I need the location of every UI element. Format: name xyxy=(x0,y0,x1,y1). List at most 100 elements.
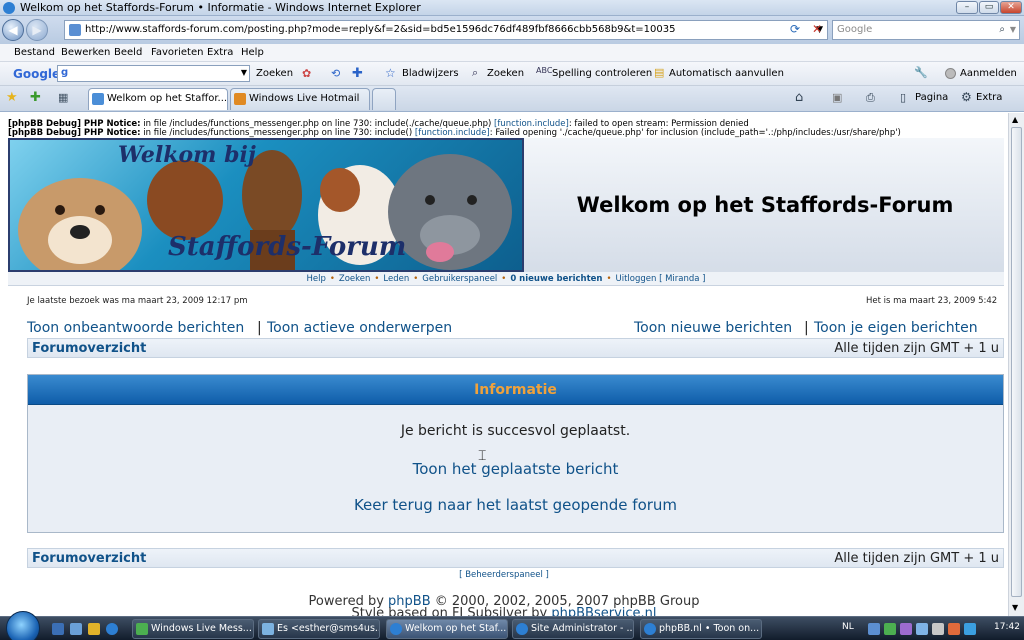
stop-icon[interactable]: ✕ xyxy=(812,22,822,36)
tray-icon-2[interactable] xyxy=(884,623,896,635)
vertical-scrollbar[interactable]: ▲ ▼ xyxy=(1008,113,1024,616)
search-dropdown-icon[interactable]: ▼ xyxy=(1010,21,1016,39)
autofill-icon: ▤ xyxy=(654,66,665,79)
google-toolbar: Google g ▼ Zoeken ✿ ⟲ ✚ ☆ Bladwijzers ⌕ … xyxy=(0,62,1024,86)
favorites-star-icon[interactable]: ★ xyxy=(6,90,18,105)
spellcheck-button[interactable]: Spelling controleren xyxy=(552,68,652,79)
nav-usercp-link[interactable]: Gebruikerspaneel xyxy=(422,274,497,284)
forum-index-link[interactable]: Forumoverzicht xyxy=(32,341,146,356)
quicklaunch-icon[interactable] xyxy=(88,623,100,635)
menu-favorieten[interactable]: Favorieten xyxy=(151,47,203,58)
address-field[interactable]: http://www.staffords-forum.com/posting.p… xyxy=(64,20,828,40)
tab-hotmail-icon xyxy=(234,93,246,105)
tray-network-icon[interactable] xyxy=(916,623,928,635)
tab-hotmail[interactable]: Windows Live Hotmail xyxy=(230,88,370,110)
tray-icon-1[interactable] xyxy=(868,623,880,635)
language-indicator[interactable]: NL xyxy=(842,622,854,632)
debug-text: in file /includes/functions_messenger.ph… xyxy=(140,128,415,138)
menu-extra[interactable]: Extra xyxy=(207,47,233,58)
scroll-down-icon[interactable]: ▼ xyxy=(1012,603,1018,612)
phpbbservice-link[interactable]: phpBBservice.nl xyxy=(551,606,656,616)
extra-menu-button[interactable]: Extra xyxy=(976,92,1002,103)
toolbar-tools-icon[interactable]: ✿ xyxy=(302,67,311,80)
signin-circle-icon xyxy=(945,68,956,79)
taskbar-item-label: Windows Live Mess... xyxy=(151,623,252,634)
function-include-link[interactable]: [function.include] xyxy=(415,128,490,138)
unanswered-posts-link[interactable]: Toon onbeantwoorde berichten xyxy=(27,320,244,336)
page-menu-button[interactable]: Pagina xyxy=(915,92,948,103)
signin-button[interactable]: Aanmelden xyxy=(960,68,1017,79)
toolbar-plus-icon[interactable]: ✚ xyxy=(352,66,363,81)
nav-search-link[interactable]: Zoeken xyxy=(339,274,371,284)
print-icon[interactable]: ⎙ xyxy=(866,91,875,105)
tray-icon-3[interactable] xyxy=(900,623,912,635)
google-search-button[interactable]: Zoeken xyxy=(256,68,293,79)
taskbar-clock[interactable]: 17:42 xyxy=(994,622,1020,632)
add-favorite-icon[interactable]: ✚ xyxy=(30,90,41,105)
window-title: Welkom op het Staffords-Forum • Informat… xyxy=(20,1,421,14)
home-icon[interactable]: ⌂ xyxy=(795,90,803,105)
wrench-icon[interactable]: 🔧 xyxy=(914,66,928,79)
taskbar-item-messenger[interactable]: Windows Live Mess... xyxy=(132,619,254,639)
close-button[interactable]: ✕ xyxy=(1000,1,1022,14)
taskbar-item-staffords[interactable]: Welkom op het Staf... xyxy=(386,619,508,639)
forward-button[interactable]: ▶ xyxy=(26,19,48,41)
forum-banner-image[interactable]: Welkom bij Staffords-Forum xyxy=(8,138,524,272)
autofill-button[interactable]: Automatisch aanvullen xyxy=(669,68,784,79)
quicklaunch-ie-icon[interactable] xyxy=(106,623,118,635)
nav-logout-link[interactable]: Uitloggen [ Miranda ] xyxy=(615,274,705,284)
google-search-input[interactable]: g ▼ xyxy=(57,65,250,82)
tray-icon-6[interactable] xyxy=(948,623,960,635)
forum-navlinks: Help • Zoeken • Leden • Gebruikerspaneel • 0 nie… xyxy=(8,272,1004,286)
extra-gear-icon: ⚙ xyxy=(961,90,972,104)
menu-bewerken[interactable]: Bewerken xyxy=(61,47,110,58)
back-button[interactable]: ◀ xyxy=(2,19,24,41)
google-logo: Google xyxy=(13,67,61,81)
nav-help-link[interactable]: Help xyxy=(306,274,325,284)
style-prefix: Style based on FI Subsilver by xyxy=(351,606,552,616)
nav-new-messages-link[interactable]: 0 nieuwe berichten xyxy=(510,274,602,284)
nav-members-link[interactable]: Leden xyxy=(383,274,409,284)
taskbar-item-email[interactable]: Es <esther@sms4us.... xyxy=(258,619,380,639)
show-desktop-icon[interactable] xyxy=(52,623,64,635)
return-to-forum-link[interactable]: Keer terug naar het laatst geopende foru… xyxy=(28,496,1003,514)
feeds-icon[interactable]: ▣ xyxy=(832,91,842,104)
active-topics-link[interactable]: Toon actieve onderwerpen xyxy=(267,320,452,336)
tab-staffords-forum[interactable]: Welkom op het Staffor... xyxy=(88,88,228,110)
toolbar-redo-icon[interactable]: ⟲ xyxy=(331,67,340,80)
google-search-dropdown-icon[interactable]: ▼ xyxy=(241,68,247,77)
maximize-button[interactable]: ▭ xyxy=(979,1,999,14)
taskbar-item-label: phpBB.nl • Toon on... xyxy=(659,623,760,634)
search-icon[interactable]: ⌕ xyxy=(999,21,1005,39)
start-button[interactable] xyxy=(6,611,40,640)
zoeken-button[interactable]: Zoeken xyxy=(487,68,524,79)
link-separator: | xyxy=(257,320,262,336)
refresh-icon[interactable]: ⟳ xyxy=(790,22,800,36)
own-posts-link[interactable]: Toon je eigen berichten xyxy=(814,320,978,336)
banner-logo-bottom: Staffords-Forum xyxy=(168,232,407,262)
tray-icon-7[interactable] xyxy=(964,623,976,635)
bookmarks-button[interactable]: Bladwijzers xyxy=(402,68,459,79)
nav-separator: • xyxy=(374,274,380,284)
new-posts-link[interactable]: Toon nieuwe berichten xyxy=(634,320,792,336)
taskbar-item-site-admin[interactable]: Site Administrator - ... xyxy=(512,619,634,639)
search-input[interactable]: Google ⌕ ▼ xyxy=(832,20,1020,40)
quick-tabs-icon[interactable]: ▦ xyxy=(58,91,68,104)
admin-panel-link[interactable]: [ Beheerderspaneel ] xyxy=(0,570,1008,580)
scroll-up-icon[interactable]: ▲ xyxy=(1012,115,1018,124)
debug-prefix: [phpBB Debug] PHP Notice: xyxy=(8,128,141,138)
switch-windows-icon[interactable] xyxy=(70,623,82,635)
scroll-thumb[interactable] xyxy=(1011,127,1022,597)
nav-separator: • xyxy=(413,274,419,284)
tray-volume-icon[interactable] xyxy=(932,623,944,635)
view-posted-message-link[interactable]: Toon het geplaatste bericht xyxy=(28,460,1003,478)
minimize-button[interactable]: – xyxy=(956,1,978,14)
forum-index-link[interactable]: Forumoverzicht xyxy=(32,551,146,566)
menu-help[interactable]: Help xyxy=(241,47,264,58)
taskbar-item-phpbb[interactable]: phpBB.nl • Toon on... xyxy=(640,619,762,639)
menu-beeld[interactable]: Beeld xyxy=(114,47,142,58)
taskbar-item-label: Welkom op het Staf... xyxy=(405,623,507,634)
star-icon: ☆ xyxy=(385,66,396,80)
new-tab-button[interactable] xyxy=(372,88,396,110)
menu-bestand[interactable]: Bestand xyxy=(14,47,55,58)
